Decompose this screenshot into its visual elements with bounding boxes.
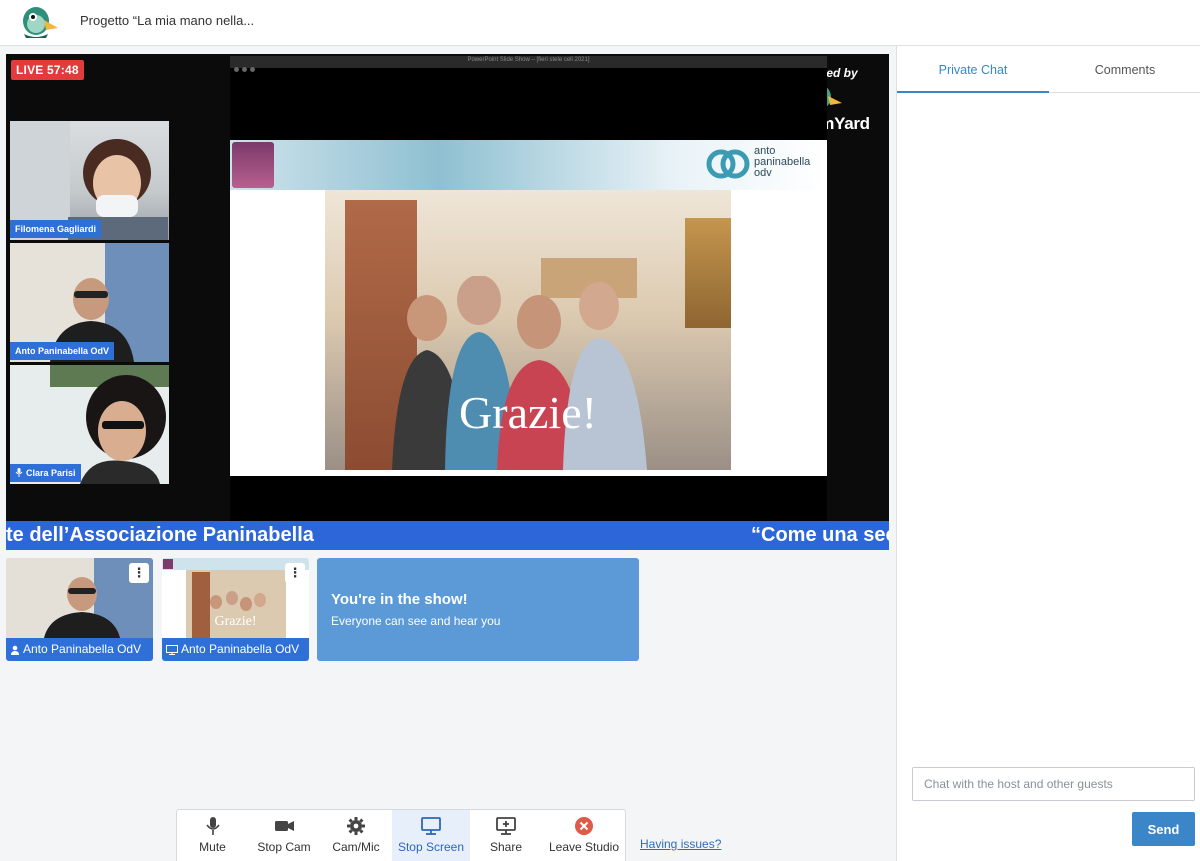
chat-panel: Private Chat Comments Send — [896, 46, 1200, 861]
slide-portrait-icon — [232, 142, 274, 188]
share-label: Share — [489, 840, 523, 854]
stop-cam-button[interactable]: Stop Cam — [248, 810, 320, 861]
mic-icon — [205, 817, 220, 835]
presentation-slide: anto paninabella odv Grazie! — [230, 140, 827, 476]
group-photo: Grazie! — [325, 190, 731, 470]
news-ticker: te dell’Associazione Paninabella “Come u… — [6, 521, 889, 550]
association-logo-icon — [706, 149, 750, 179]
guest-name-label: Anto Paninabella OdV — [10, 342, 115, 360]
mute-label: Mute — [199, 840, 226, 854]
stop-screen-label: Stop Screen — [397, 840, 465, 854]
gear-icon — [347, 817, 365, 835]
guest-tile-filomena[interactable]: Filomena Gagliardi — [10, 121, 169, 240]
live-timer-badge: LIVE 57:48 — [11, 60, 84, 80]
share-screen-icon — [496, 817, 516, 835]
monitor-icon — [166, 645, 178, 655]
thumbnail-screen-anto[interactable]: Grazie! ⋮ Anto Paninabella OdV — [162, 558, 309, 661]
leave-studio-button[interactable]: Leave Studio — [542, 810, 626, 861]
cam-mic-settings-button[interactable]: Cam/Mic — [320, 810, 392, 861]
mic-muted-icon — [15, 468, 23, 477]
leave-studio-label: Leave Studio — [548, 840, 620, 854]
tab-private-chat[interactable]: Private Chat — [897, 46, 1049, 93]
having-issues-link[interactable]: Having issues? — [640, 837, 721, 851]
wheat-picture-icon — [685, 218, 731, 328]
association-logo-text: anto paninabella odv — [754, 146, 810, 179]
slide-caption: Grazie! — [459, 387, 597, 438]
studio-controls: Mute Stop Cam Cam/Mic Stop Screen Share … — [176, 809, 626, 861]
thumbnail-camera-anto[interactable]: ⋮ Anto Paninabella OdV — [6, 558, 153, 661]
close-circle-icon — [575, 817, 593, 835]
shared-window-titlebar: PowerPoint Slide Show – [fieri stele cel… — [230, 56, 827, 72]
guest-name-label: Clara Parisi — [10, 464, 81, 482]
cam-mic-label: Cam/Mic — [332, 840, 380, 854]
project-title: Progetto “La mia mano nella... — [80, 13, 255, 28]
share-button[interactable]: Share — [470, 810, 542, 861]
tab-comments[interactable]: Comments — [1049, 46, 1200, 93]
slide-header-band: anto paninabella odv — [230, 140, 827, 190]
more-options-icon[interactable]: ⋮ — [285, 563, 305, 583]
logo-line: odv — [754, 167, 772, 179]
guest-tile-clara[interactable]: Clara Parisi — [10, 365, 169, 484]
thumbnail-preview-caption: Grazie! — [214, 614, 257, 629]
in-show-notice: You're in the show! Everyone can see and… — [317, 558, 639, 661]
chat-tabs: Private Chat Comments — [897, 46, 1200, 93]
more-options-icon[interactable]: ⋮ — [129, 563, 149, 583]
thumbnail-name: Anto Paninabella OdV — [23, 642, 142, 656]
camera-icon — [275, 821, 294, 831]
chat-input[interactable] — [912, 767, 1195, 801]
broadcast-stage: LIVE 57:48 Powered by StreamYard Filomen… — [6, 54, 889, 550]
ticker-text: “Come una sec — [751, 524, 889, 546]
in-show-title: You're in the show! — [331, 591, 468, 608]
top-bar: Progetto “La mia mano nella... — [0, 0, 1200, 46]
streamyard-duck-logo-icon[interactable] — [18, 4, 60, 40]
stop-screen-button[interactable]: Stop Screen — [392, 810, 470, 861]
ticker-text: te dell’Associazione Paninabella — [6, 524, 314, 546]
thumbnail-name-bar: Anto Paninabella OdV — [6, 638, 153, 661]
thumbnail-name: Anto Paninabella OdV — [181, 642, 300, 656]
people-group-icon — [392, 276, 647, 470]
monitor-icon — [421, 817, 441, 835]
in-show-subtitle: Everyone can see and hear you — [331, 614, 501, 628]
guest-tile-anto[interactable]: Anto Paninabella OdV — [10, 243, 169, 362]
guest-name-label: Filomena Gagliardi — [10, 220, 102, 238]
thumbnail-name-bar: Anto Paninabella OdV — [162, 638, 309, 661]
stop-cam-label: Stop Cam — [257, 840, 311, 854]
guest-name-text: Clara Parisi — [26, 468, 76, 478]
shared-screen: PowerPoint Slide Show – [fieri stele cel… — [230, 56, 827, 522]
shared-window-title: PowerPoint Slide Show – [fieri stele cel… — [467, 57, 590, 63]
mute-button[interactable]: Mute — [177, 810, 248, 861]
person-icon — [11, 645, 19, 655]
send-button[interactable]: Send — [1132, 812, 1195, 846]
